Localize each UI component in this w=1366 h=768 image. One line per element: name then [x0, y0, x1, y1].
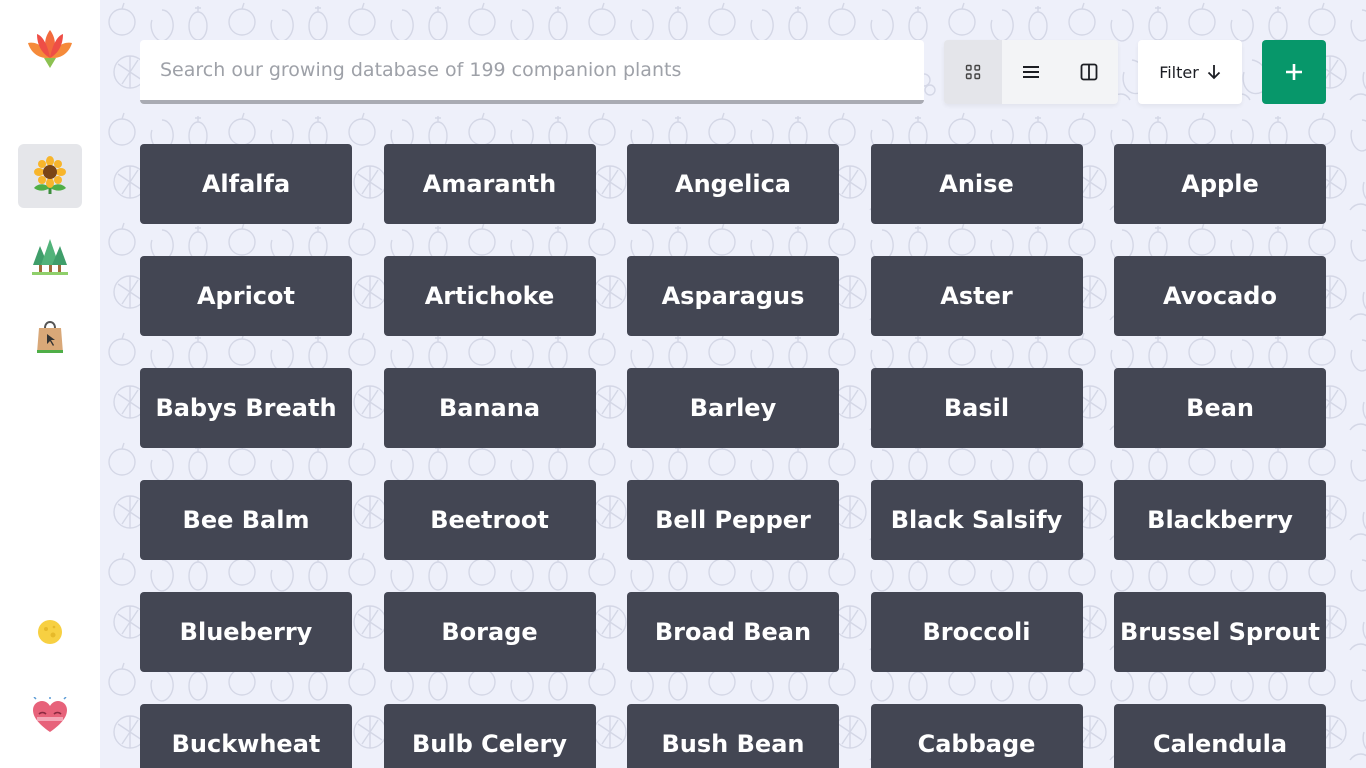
plant-card[interactable]: Buckwheat [140, 704, 352, 768]
search-input[interactable] [140, 40, 924, 104]
plant-card[interactable]: Banana [383, 368, 596, 448]
plant-card[interactable]: Bean [1114, 368, 1326, 448]
plant-card[interactable]: Basil [870, 368, 1083, 448]
trees-icon [32, 239, 68, 275]
moon-icon [38, 620, 62, 644]
grid-icon [965, 64, 981, 80]
plant-grid: Alfalfa Amaranth Angelica Anise Apple Apricot… [140, 144, 1326, 768]
columns-icon [1080, 63, 1098, 81]
plant-card[interactable]: Babys Breath [140, 368, 352, 448]
add-plant-button[interactable] [1262, 40, 1326, 104]
sidebar [0, 0, 100, 768]
plant-card[interactable]: Alfalfa [140, 144, 352, 224]
plant-card[interactable]: Avocado [1114, 256, 1326, 336]
plant-card[interactable]: Angelica [627, 144, 839, 224]
plant-card[interactable]: Bush Bean [627, 704, 839, 768]
list-icon [1023, 66, 1039, 78]
plant-card[interactable]: Blackberry [1114, 480, 1326, 560]
grid-view-button[interactable] [944, 40, 1002, 104]
sidebar-item-shop[interactable] [18, 304, 82, 368]
plus-icon [1286, 64, 1302, 80]
plant-card[interactable]: Brussel Sprout [1114, 592, 1326, 672]
sunflower-icon [34, 156, 66, 194]
list-view-button[interactable] [1002, 40, 1060, 104]
plant-card[interactable]: Anise [870, 144, 1083, 224]
plant-card[interactable]: Bell Pepper [627, 480, 839, 560]
plant-card[interactable]: Amaranth [383, 144, 596, 224]
view-toggle-group [944, 40, 1118, 104]
plant-card[interactable]: Asparagus [627, 256, 839, 336]
plant-card[interactable]: Beetroot [383, 480, 596, 560]
plant-card[interactable]: Black Salsify [870, 480, 1083, 560]
plant-card[interactable]: Aster [870, 256, 1083, 336]
arrow-down-icon [1207, 65, 1220, 80]
plant-card[interactable]: Bee Balm [140, 480, 352, 560]
main-area: Filter Alfalfa Amaranth Angelica Anise Apple… [100, 0, 1366, 768]
filter-button[interactable]: Filter [1138, 40, 1242, 104]
plant-card[interactable]: Cabbage [870, 704, 1083, 768]
columns-view-button[interactable] [1060, 40, 1118, 104]
plant-card[interactable]: Broad Bean [627, 592, 839, 672]
shopping-bag-icon [37, 321, 63, 353]
plant-card[interactable]: Apricot [140, 256, 352, 336]
plant-card[interactable]: Apple [1114, 144, 1326, 224]
lotus-logo-icon[interactable] [25, 26, 75, 70]
filter-label: Filter [1159, 62, 1199, 82]
plant-card[interactable]: Bulb Celery [383, 704, 596, 768]
plant-card[interactable]: Artichoke [383, 256, 596, 336]
plant-card[interactable]: Blueberry [140, 592, 352, 672]
sidebar-item-gardens[interactable] [18, 224, 82, 288]
sidebar-item-theme[interactable] [18, 600, 82, 664]
plant-card[interactable]: Broccoli [870, 592, 1083, 672]
plant-card[interactable]: Borage [383, 592, 596, 672]
sidebar-item-plants[interactable] [18, 144, 82, 208]
heart-icon [33, 697, 67, 732]
sidebar-item-favorites[interactable] [18, 684, 82, 748]
plant-card[interactable]: Barley [627, 368, 839, 448]
plant-card[interactable]: Calendula [1114, 704, 1326, 768]
